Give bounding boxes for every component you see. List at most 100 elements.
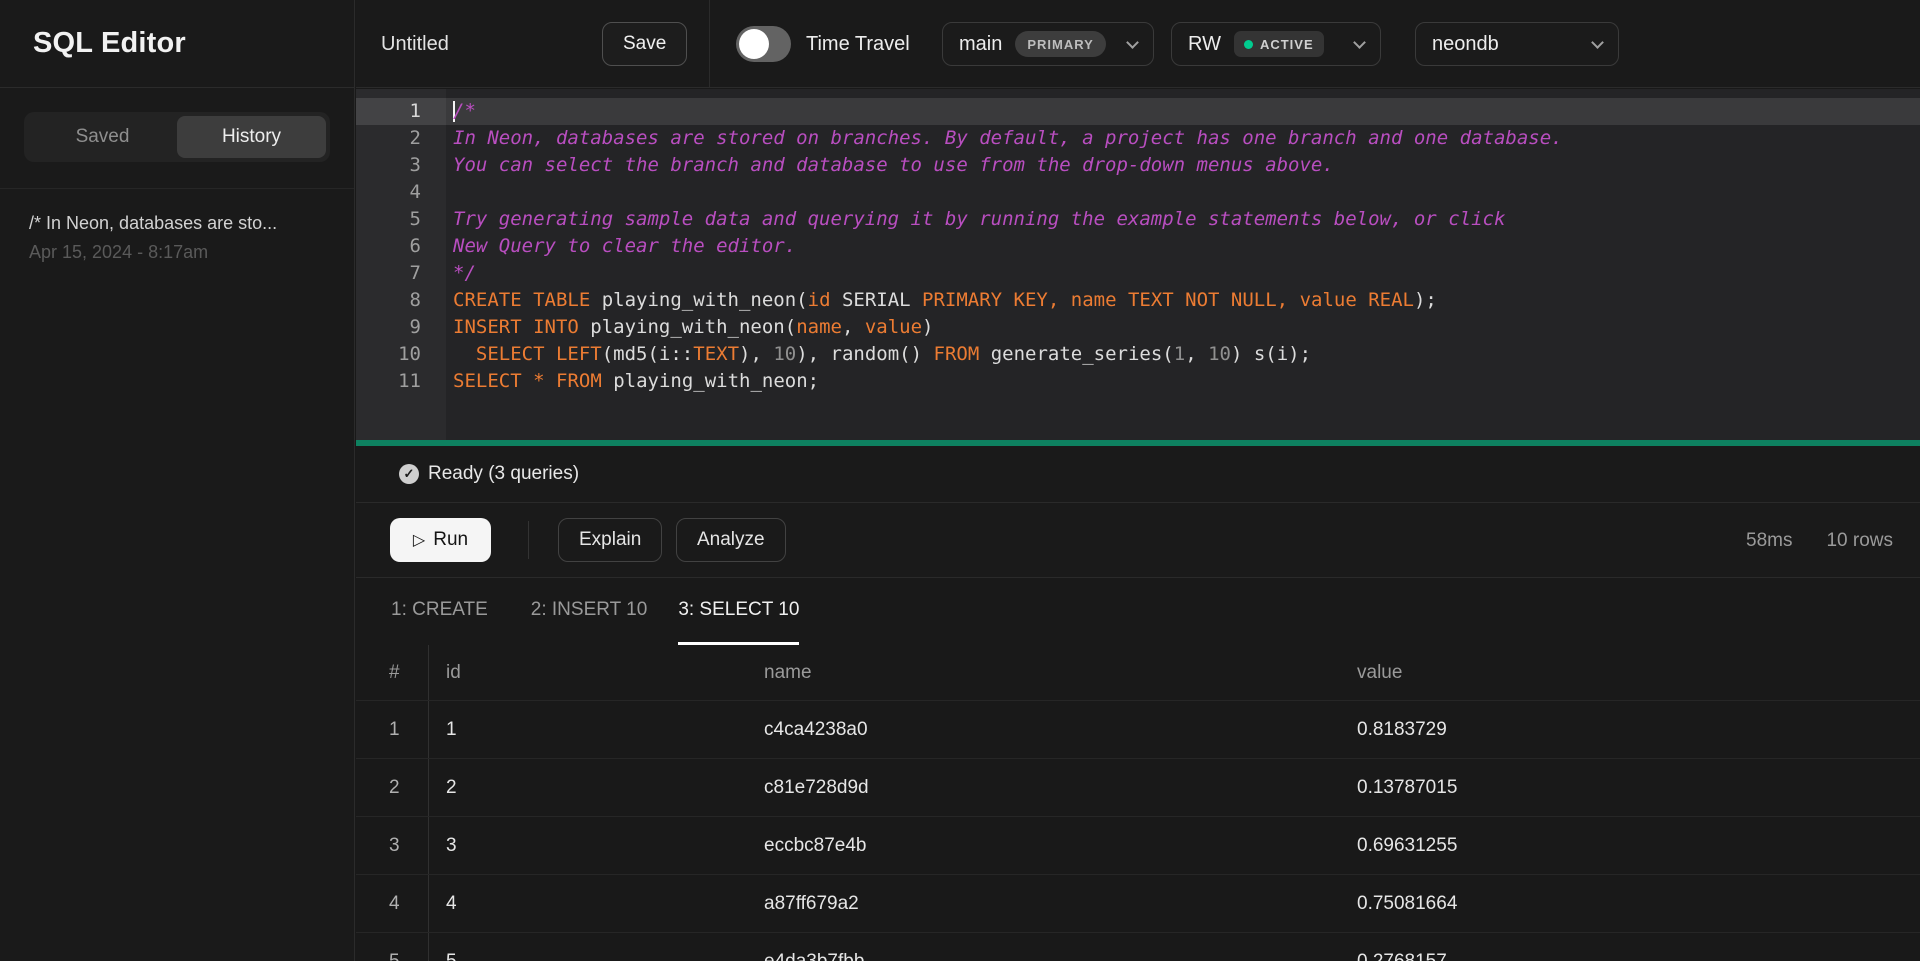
query-title: Untitled <box>381 22 449 66</box>
save-button[interactable]: Save <box>602 22 687 66</box>
sidebar: SQL Editor Saved History /* In Neon, dat… <box>0 0 355 961</box>
editor-line: 11SELECT * FROM playing_with_neon; <box>356 368 1920 395</box>
table-cell: 0.2768157 <box>1340 951 1920 961</box>
table-cell: eccbc87e4b <box>747 835 1340 857</box>
run-button[interactable]: ▷ Run <box>390 518 491 562</box>
query-row-count: 10 rows <box>1826 530 1893 552</box>
column-header-id: id <box>429 662 747 684</box>
editor-line: 1/* <box>356 98 1920 125</box>
column-header-index: # <box>356 645 429 700</box>
topbar-divider <box>709 0 710 88</box>
analyze-button[interactable]: Analyze <box>676 518 786 562</box>
column-header-value: value <box>1340 662 1920 684</box>
result-tabs: 1: CREATE 2: INSERT 10 3: SELECT 10 <box>356 578 1920 645</box>
editor-line: 3You can select the branch and database … <box>356 152 1920 179</box>
line-code: /* <box>446 98 476 125</box>
time-travel-toggle[interactable] <box>736 26 791 62</box>
active-status-dot-icon <box>1244 40 1253 49</box>
table-cell: 0.13787015 <box>1340 777 1920 799</box>
main-panel: Untitled Save Time Travel main PRIMARY R… <box>356 0 1920 961</box>
history-list-item[interactable]: /* In Neon, databases are sto... Apr 15,… <box>29 213 325 263</box>
table-cell: a87ff679a2 <box>747 893 1340 915</box>
table-row: 11c4ca4238a00.8183729 <box>356 700 1920 758</box>
tab-history[interactable]: History <box>177 116 326 158</box>
page-title: SQL Editor <box>33 27 186 60</box>
sql-editor-app: SQL Editor Saved History /* In Neon, dat… <box>0 0 1920 961</box>
table-row: 22c81e728d9d0.13787015 <box>356 758 1920 816</box>
editor-line: 10 SELECT LEFT(md5(i::TEXT), 10), random… <box>356 341 1920 368</box>
check-circle-icon: ✓ <box>399 464 419 484</box>
line-code: You can select the branch and database t… <box>446 152 1334 179</box>
table-cell: 3 <box>429 835 747 857</box>
editor-line: 5Try generating sample data and querying… <box>356 206 1920 233</box>
table-row: 55e4da3b7fbb0.2768157 <box>356 932 1920 961</box>
line-number: 6 <box>356 233 446 260</box>
row-index-cell: 1 <box>356 701 429 758</box>
line-number: 5 <box>356 206 446 233</box>
endpoint-name: RW <box>1188 33 1221 56</box>
database-selector[interactable]: neondb <box>1415 22 1619 66</box>
endpoint-status: ACTIVE <box>1260 37 1314 52</box>
toggle-knob <box>739 29 769 59</box>
line-number: 4 <box>356 179 446 206</box>
history-item-date: Apr 15, 2024 - 8:17am <box>29 242 325 263</box>
play-icon: ▷ <box>413 530 425 550</box>
line-number: 10 <box>356 341 446 368</box>
table-row: 33eccbc87e4b0.69631255 <box>356 816 1920 874</box>
row-index-cell: 4 <box>356 875 429 932</box>
line-number: 8 <box>356 287 446 314</box>
line-number: 11 <box>356 368 446 395</box>
history-item-snippet: /* In Neon, databases are sto... <box>29 213 325 234</box>
branch-selector[interactable]: main PRIMARY <box>942 22 1154 66</box>
row-index-cell: 3 <box>356 817 429 874</box>
history-list: /* In Neon, databases are sto... Apr 15,… <box>0 189 354 287</box>
editor-line: 4 <box>356 179 1920 206</box>
status-bar: ✓ Ready (3 queries) <box>356 446 1920 503</box>
editor-line: 9INSERT INTO playing_with_neon(name, val… <box>356 314 1920 341</box>
row-index-cell: 2 <box>356 759 429 816</box>
row-index-cell: 5 <box>356 933 429 961</box>
status-text: Ready (3 queries) <box>428 463 579 485</box>
table-cell: 0.69631255 <box>1340 835 1920 857</box>
topbar: Untitled Save Time Travel main PRIMARY R… <box>356 0 1920 88</box>
table-header-row: # id name value <box>356 645 1920 700</box>
actions-bar: ▷ Run Explain Analyze 58ms 10 rows <box>356 503 1920 578</box>
status-badge: ACTIVE <box>1234 31 1324 57</box>
table-cell: e4da3b7fbb <box>747 951 1340 961</box>
line-code: INSERT INTO playing_with_neon(name, valu… <box>446 314 934 341</box>
line-code: */ <box>446 260 476 287</box>
line-code: In Neon, databases are stored on branche… <box>446 125 1563 152</box>
query-duration: 58ms <box>1746 530 1792 552</box>
line-code: New Query to clear the editor. <box>446 233 796 260</box>
editor-line: 6New Query to clear the editor. <box>356 233 1920 260</box>
table-cell: 5 <box>429 951 747 961</box>
table-cell: 2 <box>429 777 747 799</box>
column-header-name: name <box>747 662 1340 684</box>
table-cell: c4ca4238a0 <box>747 719 1340 741</box>
sidebar-tabs: Saved History <box>0 88 354 189</box>
line-code: SELECT * FROM playing_with_neon; <box>446 368 819 395</box>
table-cell: 0.8183729 <box>1340 719 1920 741</box>
line-number: 3 <box>356 152 446 179</box>
result-tab-insert[interactable]: 2: INSERT 10 <box>531 578 648 645</box>
chevron-down-icon <box>1126 36 1139 49</box>
database-name: neondb <box>1432 33 1499 56</box>
tab-saved[interactable]: Saved <box>28 116 177 158</box>
endpoint-selector[interactable]: RW ACTIVE <box>1171 22 1381 66</box>
primary-badge: PRIMARY <box>1015 31 1105 57</box>
code-editor[interactable]: 1/*2In Neon, databases are stored on bra… <box>356 89 1920 440</box>
saved-history-segmented-control: Saved History <box>24 112 330 162</box>
line-code <box>446 179 453 206</box>
result-tab-create[interactable]: 1: CREATE <box>391 578 488 645</box>
editor-line: 8CREATE TABLE playing_with_neon(id SERIA… <box>356 287 1920 314</box>
table-cell: 1 <box>429 719 747 741</box>
line-code: CREATE TABLE playing_with_neon(id SERIAL… <box>446 287 1437 314</box>
line-code: Try generating sample data and querying … <box>446 206 1505 233</box>
explain-button[interactable]: Explain <box>558 518 662 562</box>
line-number: 7 <box>356 260 446 287</box>
time-travel-label: Time Travel <box>806 22 910 66</box>
table-cell: c81e728d9d <box>747 777 1340 799</box>
table-row: 44a87ff679a20.75081664 <box>356 874 1920 932</box>
run-button-label: Run <box>433 529 468 551</box>
result-tab-select[interactable]: 3: SELECT 10 <box>678 578 799 645</box>
